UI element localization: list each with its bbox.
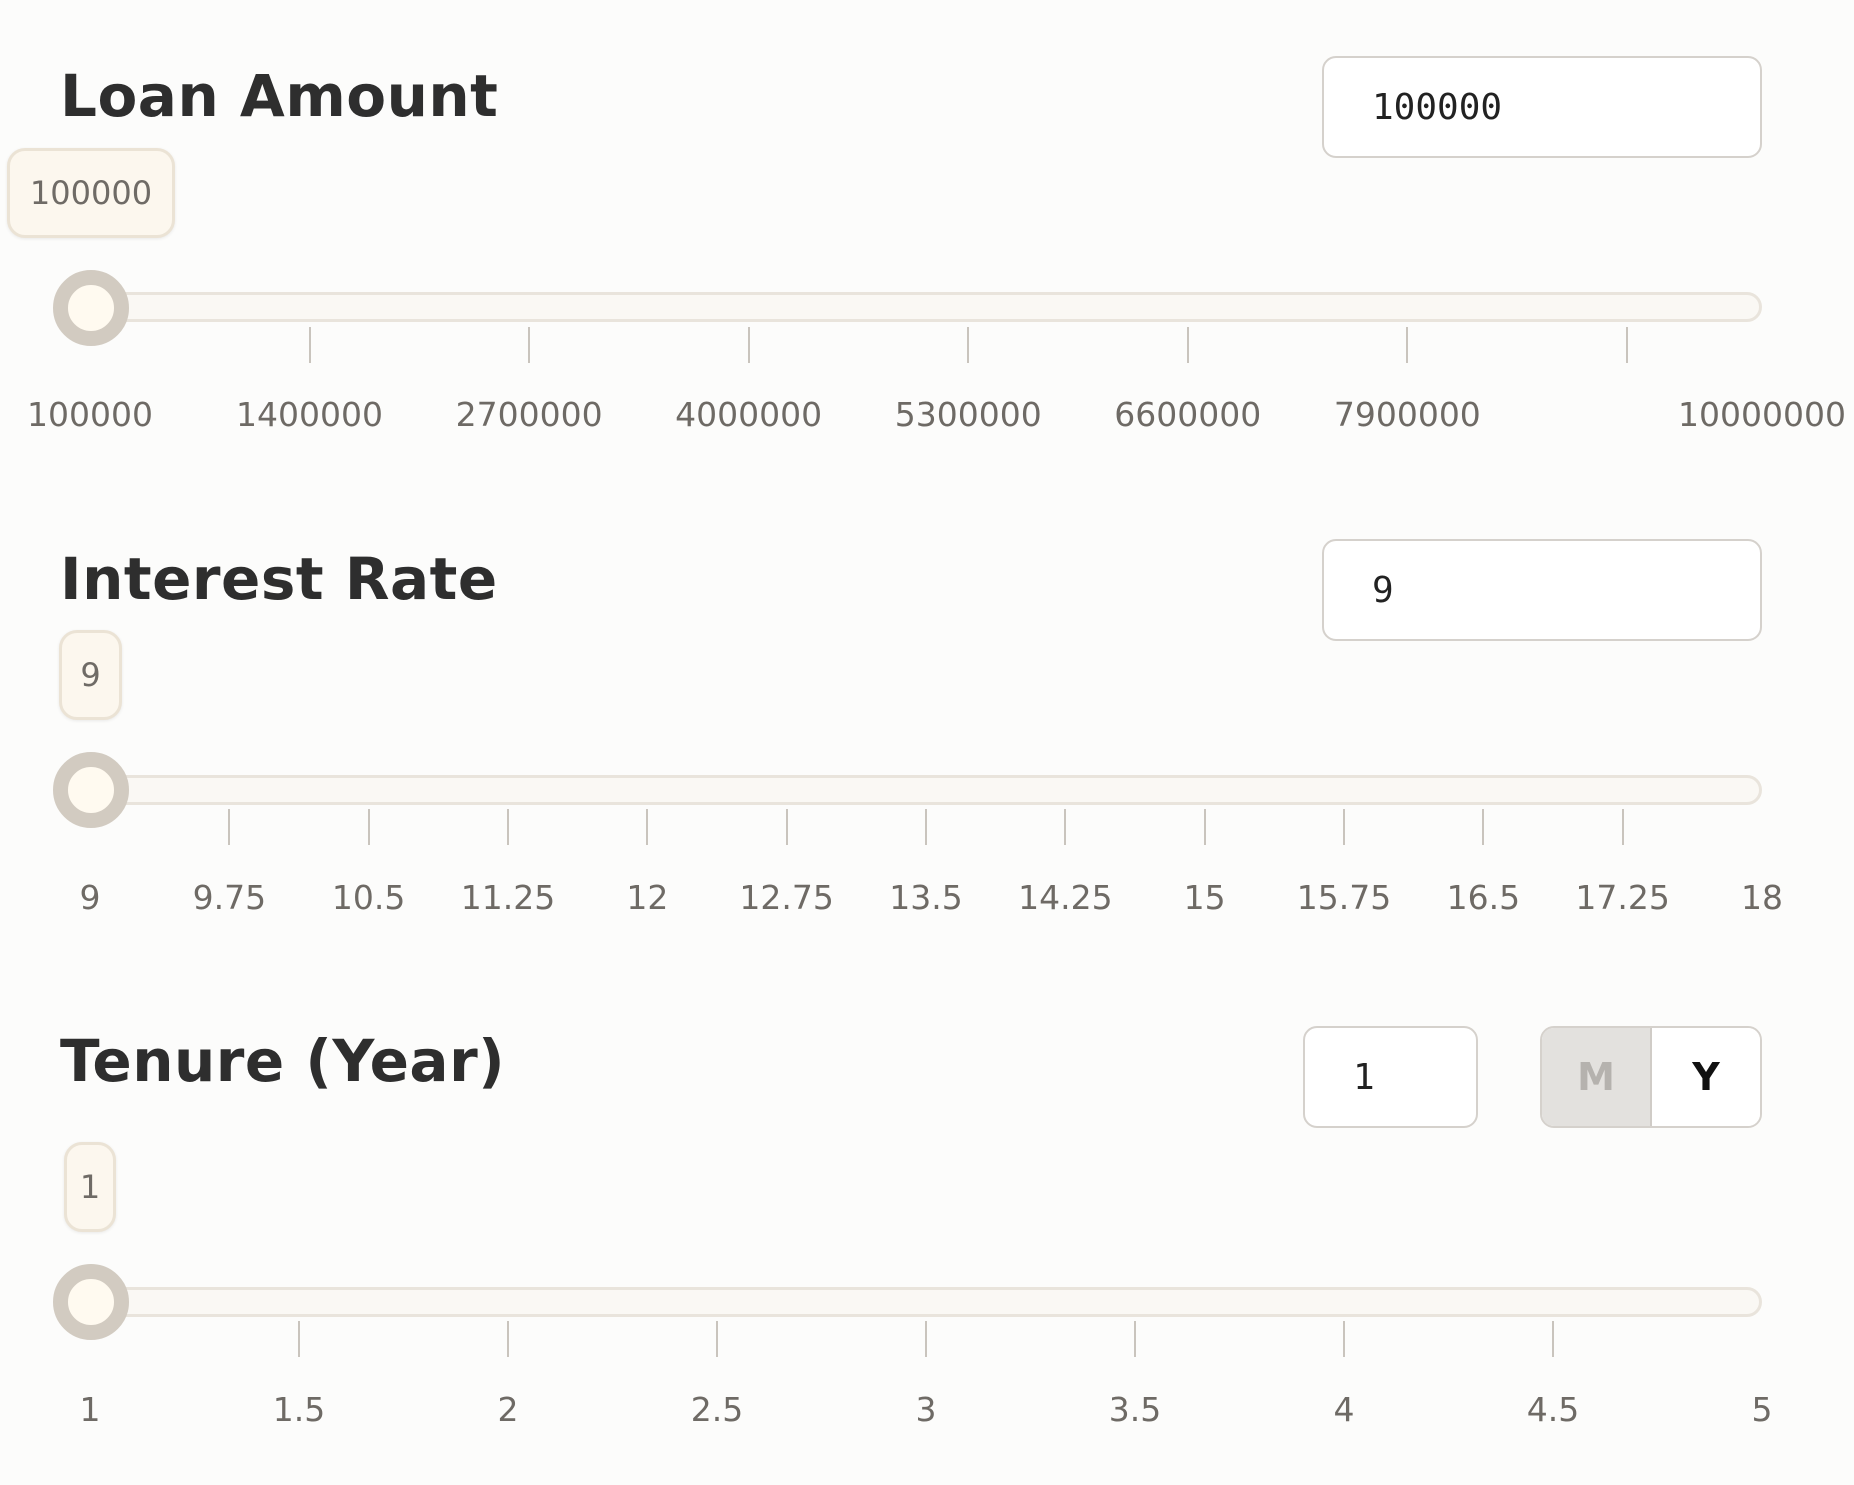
- tenure-tick-mark: [298, 1321, 300, 1357]
- tenure-tick-mark: [1134, 1321, 1136, 1357]
- tenure-tick-label: 3.5: [1108, 1390, 1162, 1429]
- tenure-tick-mark: [1552, 1321, 1554, 1357]
- tenure-tick-label: 2: [497, 1390, 519, 1429]
- tenure-tick-label: 5: [1751, 1390, 1773, 1429]
- tenure-unit-month-button[interactable]: M: [1542, 1028, 1652, 1126]
- tenure-tick-label: 1: [79, 1390, 101, 1429]
- tenure-slider-track[interactable]: [90, 1287, 1762, 1317]
- tenure-slider-thumb[interactable]: [53, 1264, 129, 1340]
- tenure-tick-label: 4: [1333, 1390, 1355, 1429]
- tenure-input[interactable]: [1303, 1026, 1478, 1128]
- tenure-tick-label: 2.5: [690, 1390, 744, 1429]
- tenure-tick-mark: [507, 1321, 509, 1357]
- tenure-tick-label: 4.5: [1526, 1390, 1580, 1429]
- tenure-tick-label: 3: [915, 1390, 937, 1429]
- tenure-section: Tenure (Year) M Y 1 1 1.5 2 2.5 3 3.5 4 4.5 5: [0, 0, 1854, 1485]
- tenure-tick-mark: [925, 1321, 927, 1357]
- tenure-unit-year-button[interactable]: Y: [1652, 1028, 1760, 1126]
- tenure-tick-mark: [716, 1321, 718, 1357]
- tenure-tick-label: 1.5: [272, 1390, 326, 1429]
- tenure-unit-toggle: M Y: [1540, 1026, 1762, 1128]
- tenure-title: Tenure (Year): [60, 1027, 506, 1095]
- tenure-slider-value-bubble: 1: [64, 1142, 116, 1232]
- tenure-tick-mark: [1343, 1321, 1345, 1357]
